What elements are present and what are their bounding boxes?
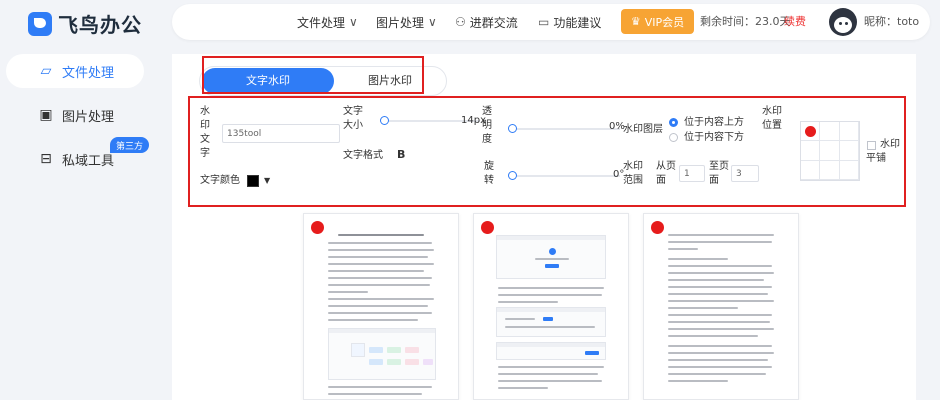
users-icon: ⚇ [455,15,466,29]
watermark-marker-dot [651,221,664,234]
tabs-highlight-box [202,56,424,94]
sidebar-item-label: 私域工具 [62,153,115,169]
preview-screenshot [496,342,606,360]
preview-screenshot [496,235,606,279]
renew-link[interactable]: 续费 [784,4,806,40]
app-name: 飞鸟办公 [58,13,142,37]
avatar[interactable] [829,8,857,36]
sidebar-item-file-processing[interactable]: ▱ 文件处理 [6,54,144,88]
bird-logo-icon [28,11,52,36]
vip-button[interactable]: ♛ VIP会员 [621,9,694,34]
sidebar-item-label: 文件处理 [62,65,115,81]
remaining-time: 剩余时间：23.0天 [700,15,791,28]
nav-image-label: 图片处理 [376,15,425,30]
nav-image-processing[interactable]: 图片处理 ∨ [376,4,437,40]
preview-page-2[interactable] [473,213,629,400]
third-party-badge: 第三方 [110,137,149,153]
chevron-down-icon: ∨ [349,15,358,29]
sidebar-item-label: 图片处理 [62,109,115,125]
preview-page-1[interactable] [303,213,459,400]
nav-join-group[interactable]: ⚇ 进群交流 [455,4,518,40]
top-nav-bar: 文件处理 ∨ 图片处理 ∨ ⚇ 进群交流 ▭ 功能建议 ♛ VIP会员 剩余时间… [172,4,930,40]
preview-page-3[interactable] [643,213,799,400]
watermark-marker-dot [481,221,494,234]
nav-group-label: 进群交流 [469,15,518,30]
app-logo[interactable]: 飞鸟办公 [28,9,142,38]
watermark-marker-dot [311,221,324,234]
nav-feedback-label: 功能建议 [553,15,602,30]
image-icon: ▣ [39,107,53,123]
nav-feedback[interactable]: ▭ 功能建议 [538,4,601,40]
toolbox-icon: ⊟ [40,151,52,167]
vip-crown-icon: ♛ [630,15,641,28]
settings-highlight-box [188,96,906,207]
chat-icon: ▭ [538,15,550,29]
sidebar-item-image-processing[interactable]: ▣ 图片处理 [6,98,144,132]
nav-file-processing[interactable]: 文件处理 ∨ [297,4,358,40]
nav-file-label: 文件处理 [297,15,346,30]
vip-label: VIP会员 [644,15,685,29]
preview-screenshot [328,328,436,380]
folder-icon: ▱ [40,63,52,79]
preview-screenshot [496,307,606,337]
chevron-down-icon: ∨ [428,15,437,29]
nickname: 昵称：toto [864,15,920,28]
